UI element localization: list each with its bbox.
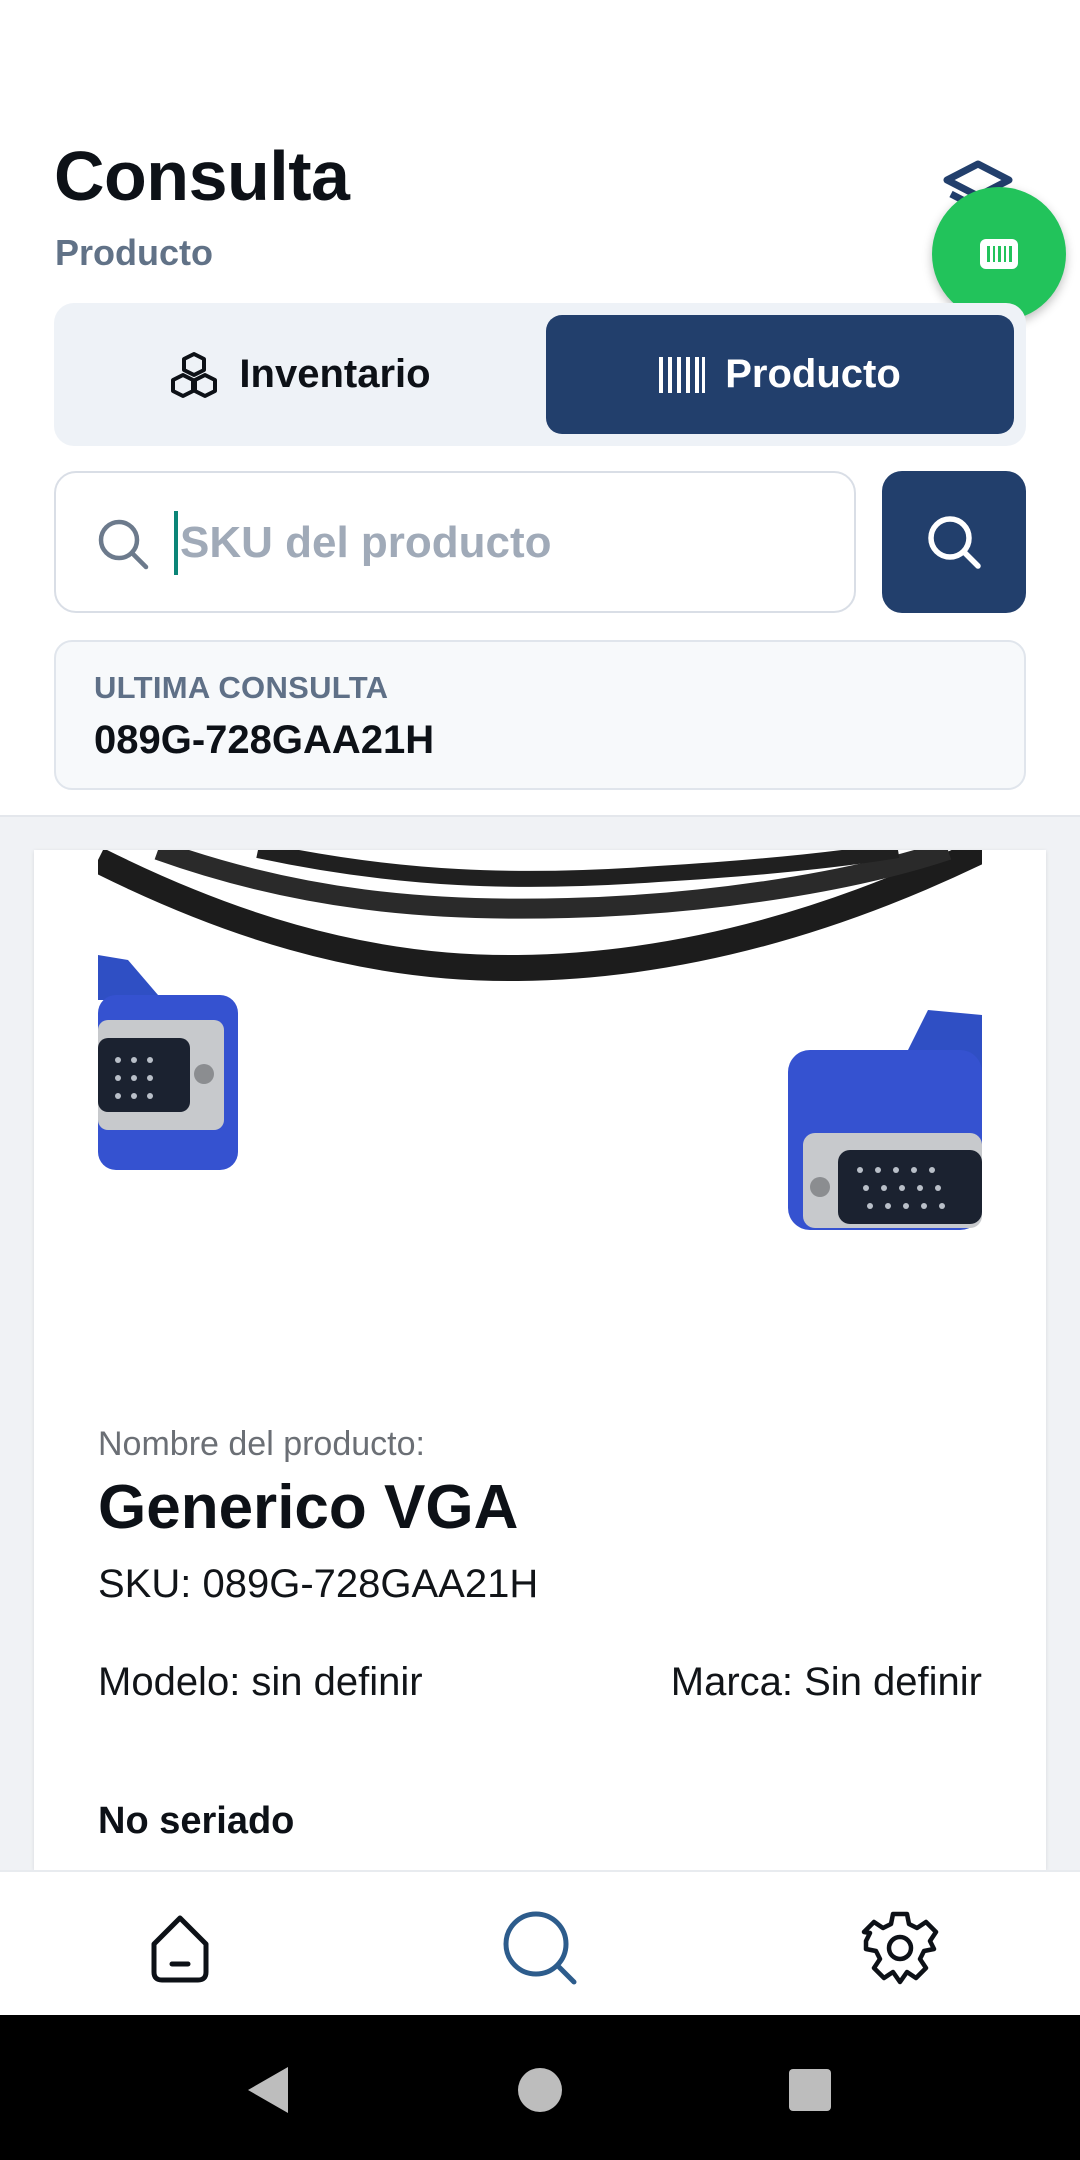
tab-producto[interactable]: Producto [546, 315, 1014, 434]
home-icon [151, 1915, 209, 1983]
gear-icon [861, 1911, 939, 1985]
sku-search-field[interactable] [54, 471, 856, 613]
search-icon [98, 519, 149, 570]
nav-search[interactable] [490, 1898, 590, 1998]
bottom-navigation [0, 1870, 1080, 2017]
product-name-label: Nombre del producto: [98, 1425, 425, 1463]
product-sku: SKU: 089G-728GAA21H [98, 1562, 539, 1606]
scan-fab-button[interactable] [932, 187, 1066, 321]
product-image [98, 850, 982, 1230]
page-title: Consulta [54, 137, 350, 215]
barcode-icon [659, 356, 706, 393]
product-model: Modelo: sin definir [98, 1660, 423, 1704]
system-recents-button[interactable] [775, 2055, 845, 2125]
last-query-card[interactable]: ULTIMA CONSULTA 089G-728GAA21H [54, 640, 1026, 790]
product-brand: Marca: Sin definir [670, 1660, 982, 1704]
last-query-label: ULTIMA CONSULTA [94, 670, 389, 705]
product-card: Nombre del producto: Generico VGA SKU: 0… [34, 850, 1046, 1870]
tab-producto-label: Producto [725, 352, 901, 396]
product-name: Generico VGA [98, 1473, 519, 1542]
system-back-button[interactable] [232, 2055, 302, 2125]
search-icon [928, 516, 981, 569]
last-query-value: 089G-728GAA21H [94, 718, 435, 762]
barcode-scan-icon [980, 239, 1018, 269]
home-circle-icon [518, 2068, 562, 2112]
tab-inventario[interactable]: Inventario [66, 315, 534, 434]
sku-search-input[interactable] [178, 503, 822, 583]
page-subtitle: Producto [55, 232, 213, 273]
cubes-icon [171, 351, 218, 398]
tab-inventario-label: Inventario [239, 352, 431, 396]
system-navigation-bar [0, 2015, 1080, 2160]
nav-settings[interactable] [850, 1898, 950, 1998]
search-button[interactable] [882, 471, 1026, 613]
nav-home[interactable] [130, 1898, 230, 1998]
system-home-button[interactable] [505, 2055, 575, 2125]
product-serial-status: No seriado [98, 1800, 295, 1842]
recents-square-icon [789, 2069, 831, 2111]
back-triangle-icon [248, 2067, 288, 2113]
mode-segmented-control: Inventario Producto [54, 303, 1026, 446]
status-bar [0, 0, 1080, 110]
search-icon [503, 1911, 577, 1985]
